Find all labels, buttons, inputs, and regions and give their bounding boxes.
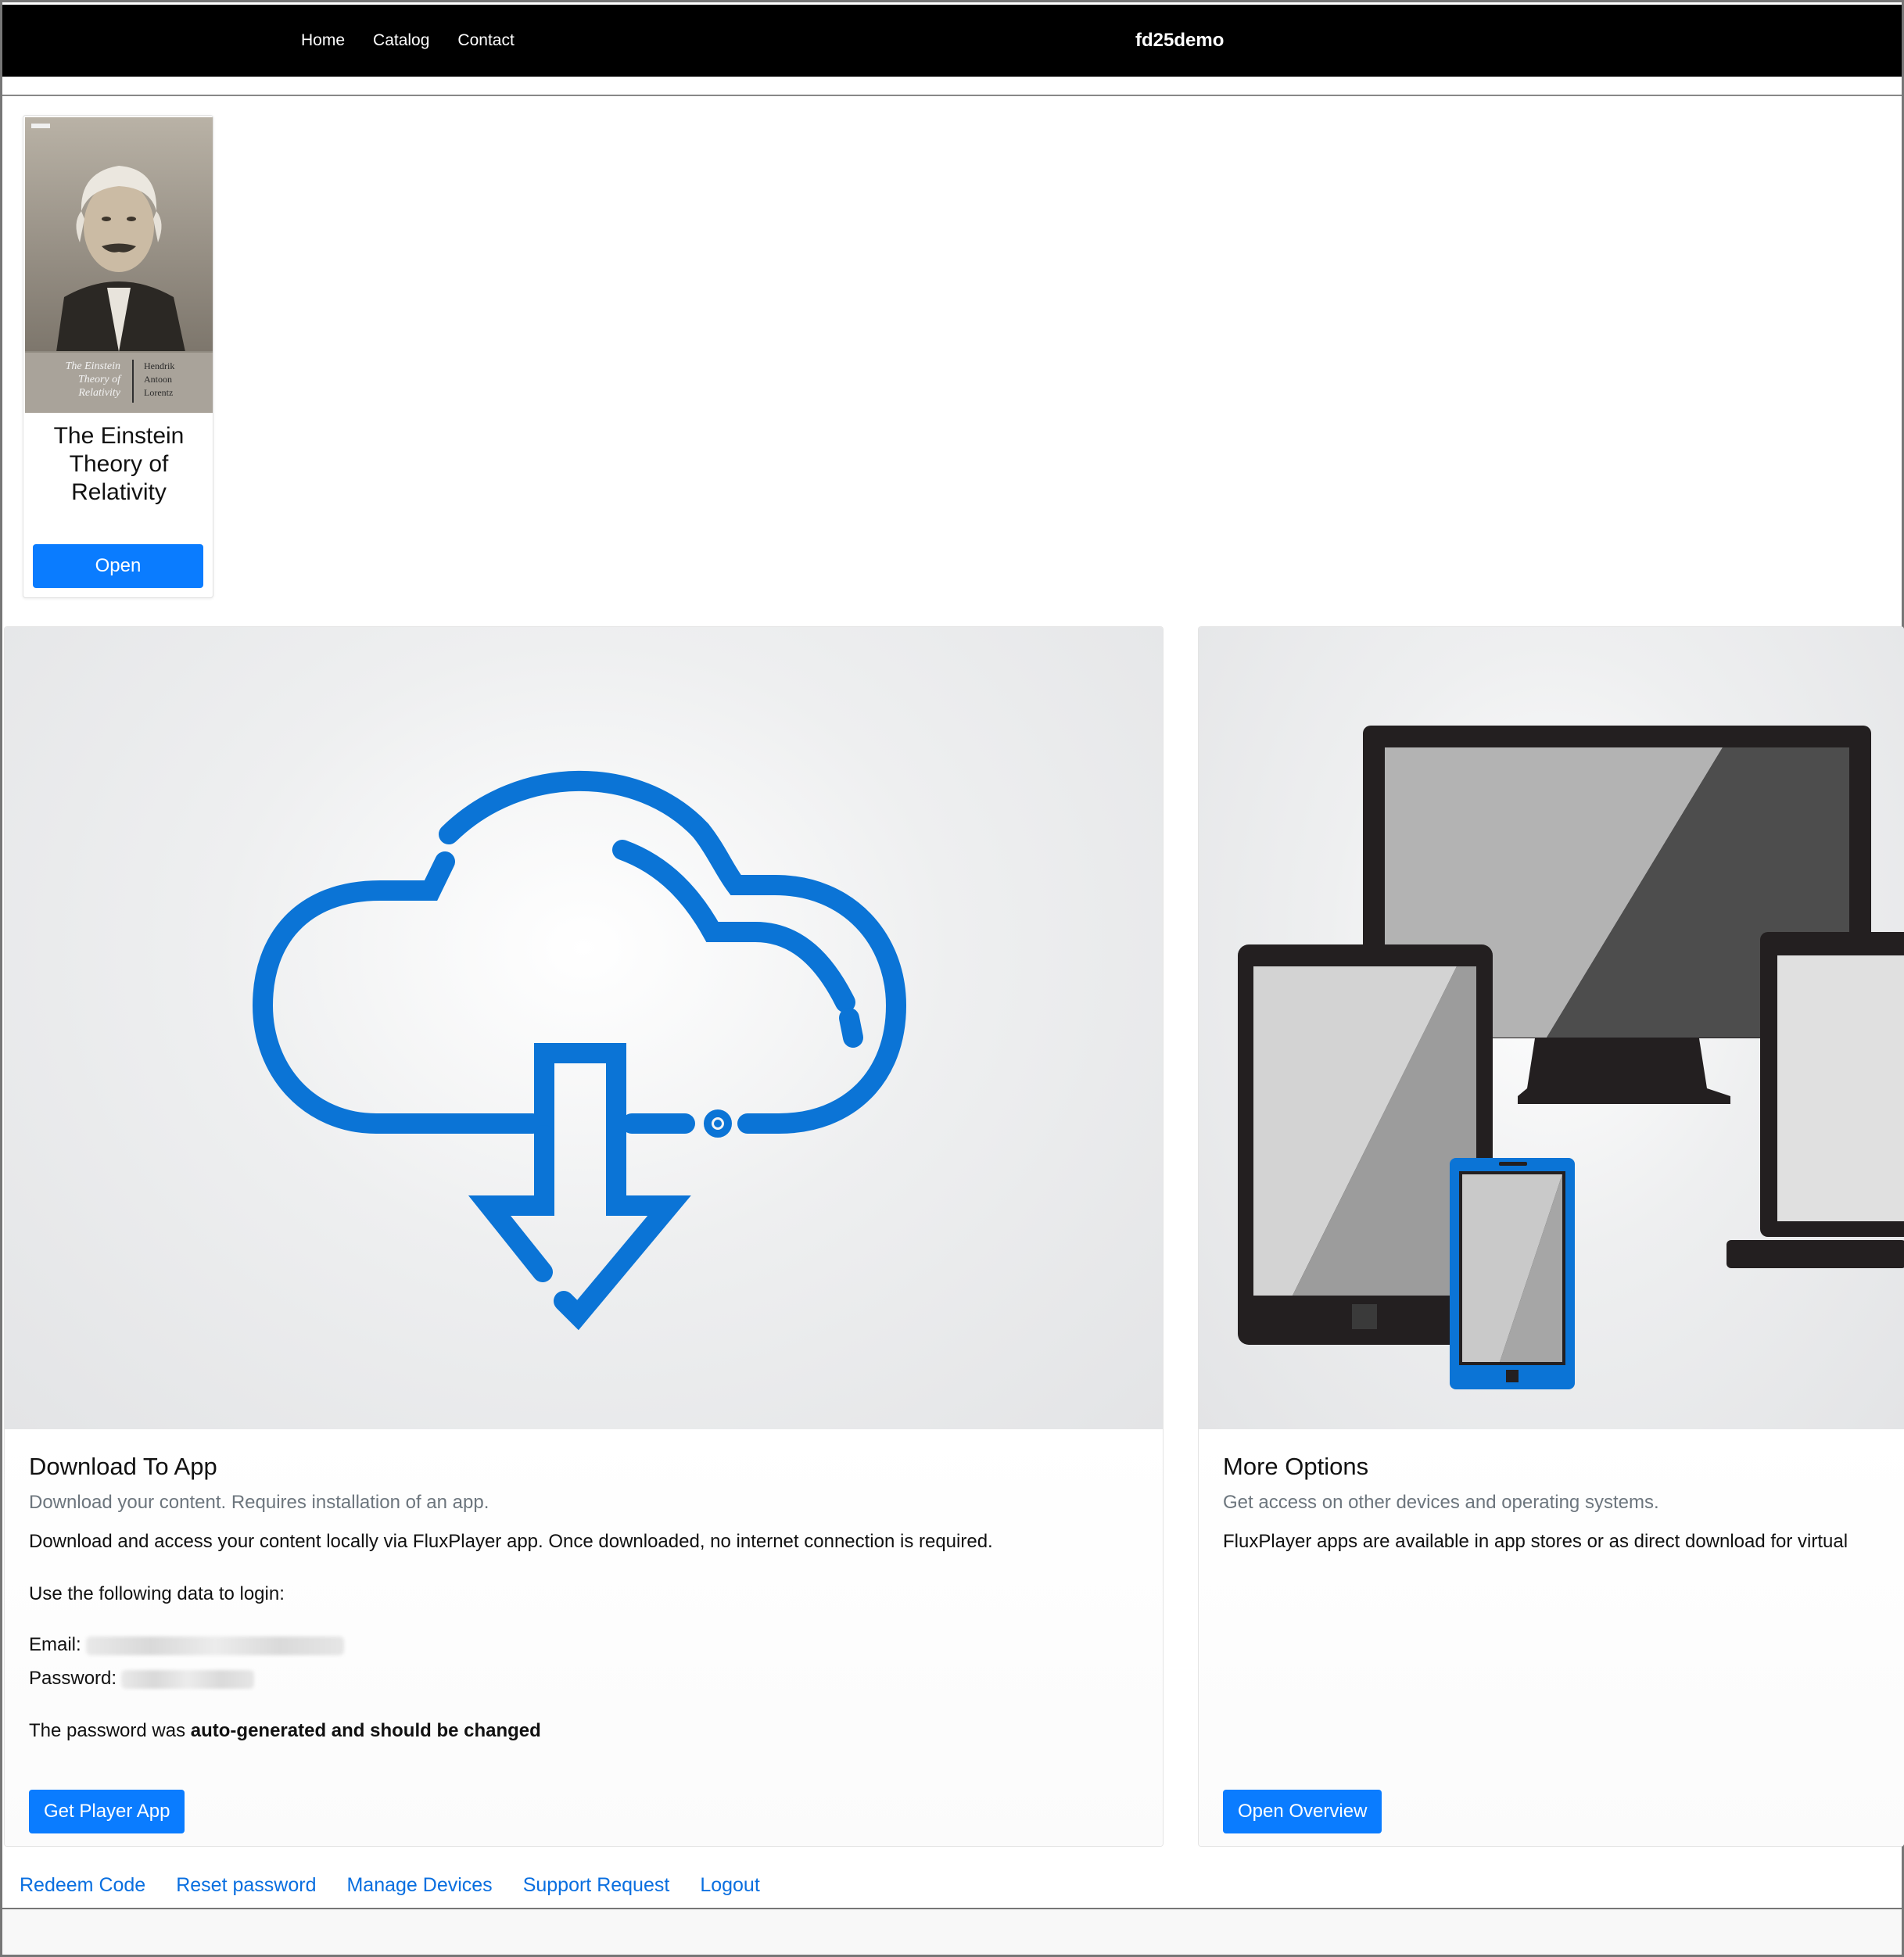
book-card: The Einstein Theory of Relativity Hendri…	[23, 115, 213, 598]
nav-link-home[interactable]: Home	[301, 31, 345, 50]
book-title-line: The Einstein	[53, 423, 185, 449]
card-title: More Options	[1223, 1453, 1369, 1480]
password-note-bold: auto-generated and should be changed	[190, 1720, 541, 1741]
card-title: Download To App	[29, 1453, 217, 1480]
cover-author-line-2: Antoon	[144, 374, 172, 385]
open-book-button[interactable]: Open	[33, 544, 203, 588]
password-label: Password:	[29, 1668, 117, 1689]
get-player-app-button[interactable]: Get Player App	[29, 1790, 185, 1833]
cover-author-line-3: Lorentz	[144, 387, 173, 398]
options-card-image	[1199, 627, 1904, 1429]
book-title-line: Relativity	[71, 479, 167, 505]
cover-author-line-1: Hendrik	[144, 360, 174, 371]
card-subtitle: Download your content. Requires installa…	[29, 1492, 489, 1513]
card-description: Download and access your content locally…	[29, 1531, 993, 1552]
manage-devices-link[interactable]: Manage Devices	[346, 1874, 492, 1897]
divider	[2, 95, 1902, 96]
footer-links: Redeem Code Reset password Manage Device…	[20, 1874, 760, 1897]
email-row: Email:	[29, 1634, 344, 1656]
top-navbar: Home Catalog Contact fd25demo	[2, 5, 1902, 77]
redeem-code-link[interactable]: Redeem Code	[20, 1874, 145, 1897]
nav-link-contact[interactable]: Contact	[457, 31, 514, 50]
support-request-link[interactable]: Support Request	[523, 1874, 670, 1897]
download-card-body: Download To App Download your content. R…	[5, 1429, 1163, 1846]
open-overview-button[interactable]: Open Overview	[1223, 1790, 1382, 1833]
cover-title-line-3: Relativity	[77, 387, 120, 399]
footer-bar	[2, 1909, 1902, 1955]
nav-link-catalog[interactable]: Catalog	[373, 31, 429, 50]
card-subtitle: Get access on other devices and operatin…	[1223, 1492, 1659, 1513]
download-to-app-card: Download To App Download your content. R…	[4, 626, 1164, 1847]
cover-title-line-2: Theory of	[78, 374, 122, 385]
cover-title-line-1: The Einstein	[66, 360, 120, 372]
cloud-download-icon	[252, 770, 907, 1331]
password-value-redacted	[121, 1669, 255, 1689]
book-title: The Einstein Theory of Relativity	[23, 422, 214, 507]
logout-link[interactable]: Logout	[700, 1874, 759, 1897]
devices-icon	[1238, 726, 1904, 1389]
download-card-image	[5, 627, 1163, 1429]
password-note: The password was auto-generated and shou…	[29, 1720, 541, 1742]
more-options-card: More Options Get access on other devices…	[1198, 626, 1904, 1847]
email-value-redacted	[85, 1636, 344, 1655]
brand-name[interactable]: fd25demo	[1135, 5, 1224, 77]
book-cover-image[interactable]: The Einstein Theory of Relativity Hendri…	[25, 117, 213, 413]
book-title-line: Theory of	[69, 451, 169, 477]
email-label: Email:	[29, 1634, 81, 1655]
password-note-prefix: The password was	[29, 1720, 191, 1741]
nav-links: Home Catalog Contact	[301, 5, 515, 77]
card-description: FluxPlayer apps are available in app sto…	[1223, 1531, 1848, 1552]
login-intro-text: Use the following data to login:	[29, 1583, 285, 1604]
reset-password-link[interactable]: Reset password	[176, 1874, 316, 1897]
password-row: Password:	[29, 1668, 255, 1690]
options-card-body: More Options Get access on other devices…	[1199, 1429, 1904, 1846]
